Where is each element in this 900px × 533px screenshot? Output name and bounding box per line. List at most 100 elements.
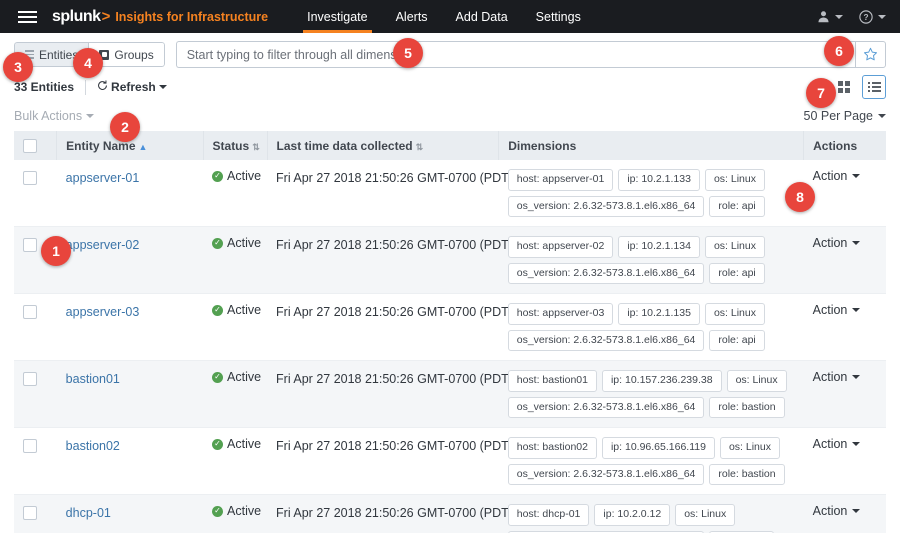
search-input[interactable] — [175, 41, 855, 68]
dimension-chip[interactable]: os: Linux — [675, 504, 736, 527]
dimension-chip[interactable]: os: Linux — [704, 169, 765, 191]
check-circle-icon: ✓ — [212, 371, 224, 383]
row-checkbox[interactable] — [23, 372, 37, 387]
dimension-chip[interactable]: host: dhcp-01 — [507, 504, 590, 527]
dimension-chip[interactable]: os: Linux — [726, 370, 787, 392]
select-all-checkbox[interactable] — [23, 138, 37, 153]
callout-badge-1: 1 — [41, 236, 71, 266]
last-time-cell: Fri Apr 27 2018 21:50:26 GMT-0700 (PDT) — [267, 293, 513, 362]
row-checkbox[interactable] — [23, 305, 37, 320]
row-action-dropdown[interactable]: Action — [813, 169, 877, 183]
row-checkbox[interactable] — [23, 171, 37, 185]
callout-badge-3: 3 — [3, 52, 33, 82]
entities-table-container: Entity Name ▲ Status ⇅ Last time data coll… — [0, 131, 900, 533]
row-select-cell — [14, 494, 57, 533]
nav-item-investigate[interactable]: Investigate — [293, 0, 381, 33]
last-time-value: Fri Apr 27 2018 21:50:26 GMT-0700 (PDT) — [276, 372, 513, 387]
row-action-dropdown[interactable]: Action — [813, 303, 877, 317]
dimension-chip-list: host: bastion02 ip: 10.96.65.166.119 os: L… — [507, 437, 795, 486]
dimension-chip[interactable]: os: Linux — [719, 437, 780, 459]
nav-item-add-data[interactable]: Add Data — [442, 0, 522, 33]
table-row[interactable]: appserver-01 ✓ Active Fri Apr 27 2018 21:50… — [14, 160, 886, 228]
help-menu[interactable]: ? — [859, 9, 886, 24]
per-page-dropdown[interactable]: 50 Per Page — [804, 109, 886, 123]
nav-right-group: ? — [817, 9, 900, 24]
table-body: appserver-01 ✓ Active Fri Apr 27 2018 21:50… — [14, 160, 886, 533]
chevron-down-icon — [878, 14, 886, 19]
table-row[interactable]: dhcp-01 ✓ Active Fri Apr 27 2018 21:50:26 G… — [14, 494, 886, 533]
dimension-chip[interactable]: role: api — [709, 329, 765, 352]
favorite-star-icon[interactable] — [855, 41, 886, 68]
row-action-label: Action — [812, 236, 848, 251]
table-row[interactable]: bastion01 ✓ Active Fri Apr 27 2018 21:50:26… — [14, 360, 886, 429]
refresh-button[interactable]: Refresh — [97, 80, 167, 94]
entity-name-link[interactable]: dhcp-01 — [66, 506, 111, 520]
list-view-icon[interactable] — [862, 75, 886, 99]
row-checkbox[interactable] — [23, 506, 37, 521]
dimension-chip[interactable]: os_version: 2.6.32-573.8.1.el6.x86_64 — [507, 262, 705, 285]
dimensions-cell: host: bastion02 ip: 10.96.65.166.119 os: L… — [498, 427, 804, 496]
user-menu[interactable] — [817, 10, 843, 23]
entity-name-link[interactable]: appserver-03 — [66, 305, 140, 319]
actions-cell: Action — [803, 293, 886, 362]
row-action-label: Action — [812, 303, 848, 318]
nav-item-alerts[interactable]: Alerts — [382, 0, 442, 33]
dimension-chip[interactable]: host: appserver-02 — [507, 236, 614, 258]
column-status[interactable]: Status ⇅ — [203, 131, 268, 160]
brand-chevron-icon: > — [101, 7, 111, 25]
entity-name-link[interactable]: bastion02 — [66, 439, 120, 453]
view-toggle-group — [832, 75, 886, 99]
column-actions: Actions — [803, 131, 886, 160]
chevron-down-icon — [852, 308, 861, 313]
nav-item-settings[interactable]: Settings — [522, 0, 595, 33]
dimension-chip[interactable]: ip: 10.2.1.133 — [618, 169, 700, 191]
chevron-down-icon — [852, 241, 861, 246]
dimension-chip[interactable]: ip: 10.157.236.239.38 — [601, 370, 722, 392]
dimension-chip[interactable]: role: api — [709, 195, 765, 218]
dimension-chip[interactable]: os_version: 2.6.32-573.8.1.el6.x86_64 — [507, 329, 705, 352]
nav-item-label: Add Data — [455, 9, 508, 24]
last-time-value: Fri Apr 27 2018 21:50:26 GMT-0700 (PDT) — [276, 506, 513, 521]
dimension-chip[interactable]: host: bastion01 — [507, 370, 597, 392]
entity-name-link[interactable]: appserver-02 — [66, 238, 140, 252]
row-checkbox[interactable] — [23, 238, 37, 253]
dimension-chip[interactable]: host: appserver-01 — [507, 169, 614, 191]
dimension-chip[interactable]: role: bastion — [709, 463, 785, 486]
dimension-chip[interactable]: role: api — [709, 262, 765, 285]
entity-name-cell: bastion01 — [56, 360, 204, 429]
svg-text:?: ? — [863, 12, 868, 22]
table-row[interactable]: bastion02 ✓ Active Fri Apr 27 2018 21:50:26… — [14, 427, 886, 496]
dimension-chip[interactable]: role: bastion — [709, 396, 785, 419]
table-row[interactable]: appserver-02 ✓ Active Fri Apr 27 2018 21:50… — [14, 226, 886, 295]
sort-icon: ⇅ — [415, 141, 424, 152]
table-row[interactable]: appserver-03 ✓ Active Fri Apr 27 2018 21:50… — [14, 293, 886, 362]
application-window: splunk > Insights for Infrastructure Inv… — [0, 0, 900, 533]
brand-logo[interactable]: splunk > Insights for Infrastructure — [52, 8, 268, 26]
dimension-chip[interactable]: ip: 10.2.1.134 — [618, 236, 700, 258]
top-navigation-bar: splunk > Insights for Infrastructure Inv… — [0, 0, 900, 33]
row-select-cell — [14, 427, 57, 496]
row-action-dropdown[interactable]: Action — [813, 504, 877, 518]
dimension-chip[interactable]: ip: 10.96.65.166.119 — [601, 437, 715, 459]
dimension-chip[interactable]: os: Linux — [704, 236, 765, 258]
row-select-cell — [14, 160, 57, 228]
dimension-chip[interactable]: host: appserver-03 — [507, 303, 614, 325]
column-last-time[interactable]: Last time data collected ⇅ — [267, 131, 500, 160]
row-checkbox[interactable] — [23, 439, 37, 454]
dimension-chip[interactable]: ip: 10.2.1.135 — [618, 303, 700, 325]
row-action-dropdown[interactable]: Action — [813, 437, 877, 451]
dimension-chip[interactable]: os_version: 2.6.32-573.8.1.el6.x86_64 — [507, 463, 705, 486]
dimension-chip[interactable]: os_version: 2.6.32-573.8.1.el6.x86_64 — [507, 396, 705, 419]
hamburger-menu-icon[interactable] — [10, 10, 44, 23]
row-action-dropdown[interactable]: Action — [813, 236, 877, 250]
row-action-dropdown[interactable]: Action — [813, 370, 877, 384]
dimension-chip[interactable]: ip: 10.2.0.12 — [594, 504, 671, 527]
dimension-chip[interactable]: os_version: 2.6.32-573.8.1.el6.x86_64 — [507, 195, 705, 218]
status-label: Active — [227, 169, 262, 183]
dimension-chip[interactable]: host: bastion02 — [507, 437, 597, 459]
bulk-actions-dropdown[interactable]: Bulk Actions — [14, 109, 95, 123]
entity-name-link[interactable]: bastion01 — [66, 372, 120, 386]
dimension-chip[interactable]: os: Linux — [704, 303, 765, 325]
dimension-chip-list: host: appserver-01 ip: 10.2.1.133 os: Linu… — [507, 169, 795, 218]
entity-name-link[interactable]: appserver-01 — [66, 171, 140, 185]
